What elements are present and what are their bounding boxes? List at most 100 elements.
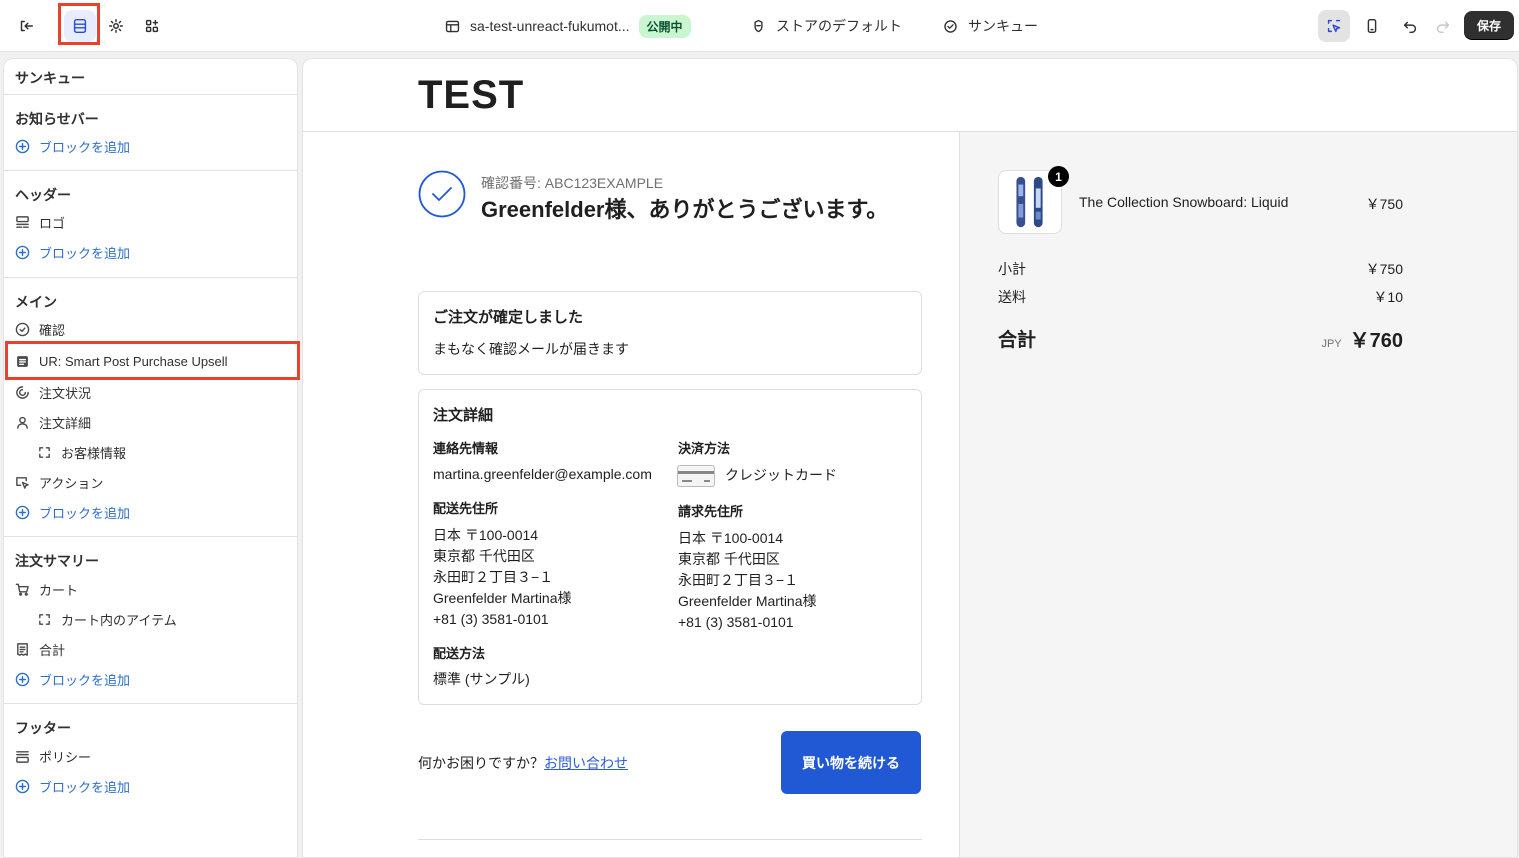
shipping-address-label: 配送先住所 <box>433 501 499 516</box>
page-name: サンキュー <box>968 18 1038 34</box>
divider <box>418 839 922 840</box>
add-block-summary[interactable]: ブロックを追加 <box>15 668 130 690</box>
section-announcement[interactable]: お知らせバー <box>15 109 99 129</box>
sidebar-item-label: カート <box>39 582 79 598</box>
save-button[interactable]: 保存 <box>1464 11 1514 39</box>
store-icon <box>445 20 460 32</box>
plus-circle-icon <box>15 505 30 519</box>
sidebar-item-customer[interactable]: お客様情報 <box>37 441 126 463</box>
theme-icon <box>754 19 763 32</box>
address-line: +81 (3) 3581-0101 <box>678 614 794 630</box>
help-prompt: 何かお困りですか？ <box>418 755 544 771</box>
sidebar-item-cart[interactable]: カート <box>15 578 78 600</box>
check-circle-icon <box>15 322 30 336</box>
page-selector[interactable]: サンキュー <box>942 0 1038 52</box>
exit-icon[interactable] <box>10 10 42 42</box>
quantity-badge: 1 <box>1048 166 1069 187</box>
address-line: 永田町２丁目３−１ <box>433 569 554 585</box>
add-block-label: ブロックを追加 <box>39 779 131 795</box>
address-line: 日本 〒100-0014 <box>433 527 539 543</box>
card-title: 注文詳細 <box>433 407 494 424</box>
continue-shopping-button[interactable]: 買い物を続ける <box>781 731 921 794</box>
sidebar-item-confirm[interactable]: 確認 <box>15 318 65 340</box>
sidebar-item-cart-items[interactable]: カート内のアイテム <box>37 608 177 630</box>
sidebar-item-logo[interactable]: ロゴ <box>15 211 65 233</box>
apps-icon[interactable] <box>136 10 168 42</box>
divider <box>4 703 297 704</box>
billing-address: 日本 〒100-0014 東京都 千代田区 永田町２丁目３−１ Greenfel… <box>678 528 817 633</box>
sidebar-item-actions[interactable]: アクション <box>15 471 103 493</box>
address-line: 東京都 千代田区 <box>433 548 535 564</box>
add-block-label: ブロックを追加 <box>39 245 131 261</box>
sidebar-item-label: ポリシー <box>39 749 92 765</box>
subtotal-value: ￥750 <box>1365 261 1403 277</box>
billing-address-label: 請求先住所 <box>678 504 744 519</box>
contact-value: martina.greenfelder@example.com <box>433 466 652 482</box>
total-row: JPY ￥760 <box>1321 324 1403 353</box>
add-block-label: ブロックを追加 <box>39 139 131 155</box>
order-details-card: 注文詳細 連絡先情報 martina.greenfelder@example.c… <box>418 389 922 705</box>
address-line: Greenfelder Martina様 <box>433 590 572 606</box>
sidebar-item-label: ロゴ <box>39 215 66 231</box>
mobile-preview-icon[interactable] <box>1356 10 1388 42</box>
address-line: 永田町２丁目３−１ <box>678 572 799 588</box>
inspector-cursor-icon[interactable] <box>1318 10 1350 42</box>
shipping-method-label: 配送方法 <box>433 646 486 661</box>
address-line: 東京都 千代田区 <box>678 551 780 567</box>
card-text: まもなく確認メールが届きます <box>433 341 629 357</box>
sidebar-item-label: 合計 <box>39 642 66 658</box>
cursor-click-icon <box>16 476 29 489</box>
theme-selector[interactable]: ストアのデフォルト <box>750 0 902 52</box>
payment-value: クレジットカード <box>725 467 837 483</box>
divider <box>4 94 297 95</box>
settings-gear-icon[interactable] <box>100 10 132 42</box>
highlight-box-sections <box>58 3 100 45</box>
sidebar-item-details[interactable]: 注文詳細 <box>15 411 91 433</box>
status-badge: 公開中 <box>638 14 691 38</box>
sidebar-item-status[interactable]: 注文状況 <box>15 381 91 403</box>
plus-circle-icon <box>15 139 30 153</box>
plus-circle-icon <box>15 245 30 259</box>
address-line: 日本 〒100-0014 <box>678 530 784 546</box>
sidebar-item-total[interactable]: 合計 <box>15 638 65 660</box>
store-name: sa-test-unreact-fukumot... <box>470 18 630 34</box>
undo-icon[interactable] <box>1394 10 1426 42</box>
section-summary[interactable]: 注文サマリー <box>15 551 99 571</box>
section-header[interactable]: ヘッダー <box>15 185 71 205</box>
add-block-main[interactable]: ブロックを追加 <box>15 501 130 523</box>
payment-label: 決済方法 <box>678 441 731 456</box>
top-bar: sa-test-unreact-fukumot... 公開中 ストアのデフォルト… <box>0 0 1519 52</box>
shop-logo[interactable]: TEST <box>418 73 524 118</box>
order-status-icon <box>16 385 29 399</box>
sidebar-item-label: 確認 <box>39 322 66 338</box>
shipping-method: 標準 (サンプル) <box>433 671 530 687</box>
shipping-value: ￥10 <box>1373 289 1403 305</box>
shipping-label: 送料 <box>998 289 1026 305</box>
total-value: ￥760 <box>1349 330 1403 352</box>
product-price: ￥750 <box>1365 196 1403 212</box>
add-block-footer[interactable]: ブロックを追加 <box>15 775 130 797</box>
contact-us-link[interactable]: お問い合わせ <box>544 755 628 771</box>
sidebar-item-policy[interactable]: ポリシー <box>15 745 91 767</box>
divider <box>4 536 297 537</box>
sidebar-item-label: 注文詳細 <box>39 415 92 431</box>
sidebar-title: サンキュー <box>15 70 85 86</box>
add-block-announcement[interactable]: ブロックを追加 <box>15 135 130 157</box>
section-footer[interactable]: フッター <box>15 718 71 738</box>
currency-code: JPY <box>1321 338 1342 350</box>
cart-icon <box>15 583 29 596</box>
redo-icon[interactable] <box>1427 10 1459 42</box>
store-selector[interactable]: sa-test-unreact-fukumot... 公開中 <box>444 0 691 52</box>
confirmation-check-icon <box>418 170 466 218</box>
add-block-header[interactable]: ブロックを追加 <box>15 241 130 263</box>
help-text: 何かお困りですか？お問い合わせ <box>418 753 628 773</box>
contact-label: 連絡先情報 <box>433 441 499 456</box>
person-icon <box>17 416 28 429</box>
layout-header-icon <box>16 215 29 228</box>
address-line: +81 (3) 3581-0101 <box>433 611 549 627</box>
thank-you-heading: Greenfelder様、ありがとうございます。 <box>481 197 889 222</box>
section-main[interactable]: メイン <box>15 292 57 312</box>
divider <box>4 277 297 278</box>
credit-card-icon <box>677 465 715 487</box>
highlight-box-upsell <box>5 341 300 380</box>
